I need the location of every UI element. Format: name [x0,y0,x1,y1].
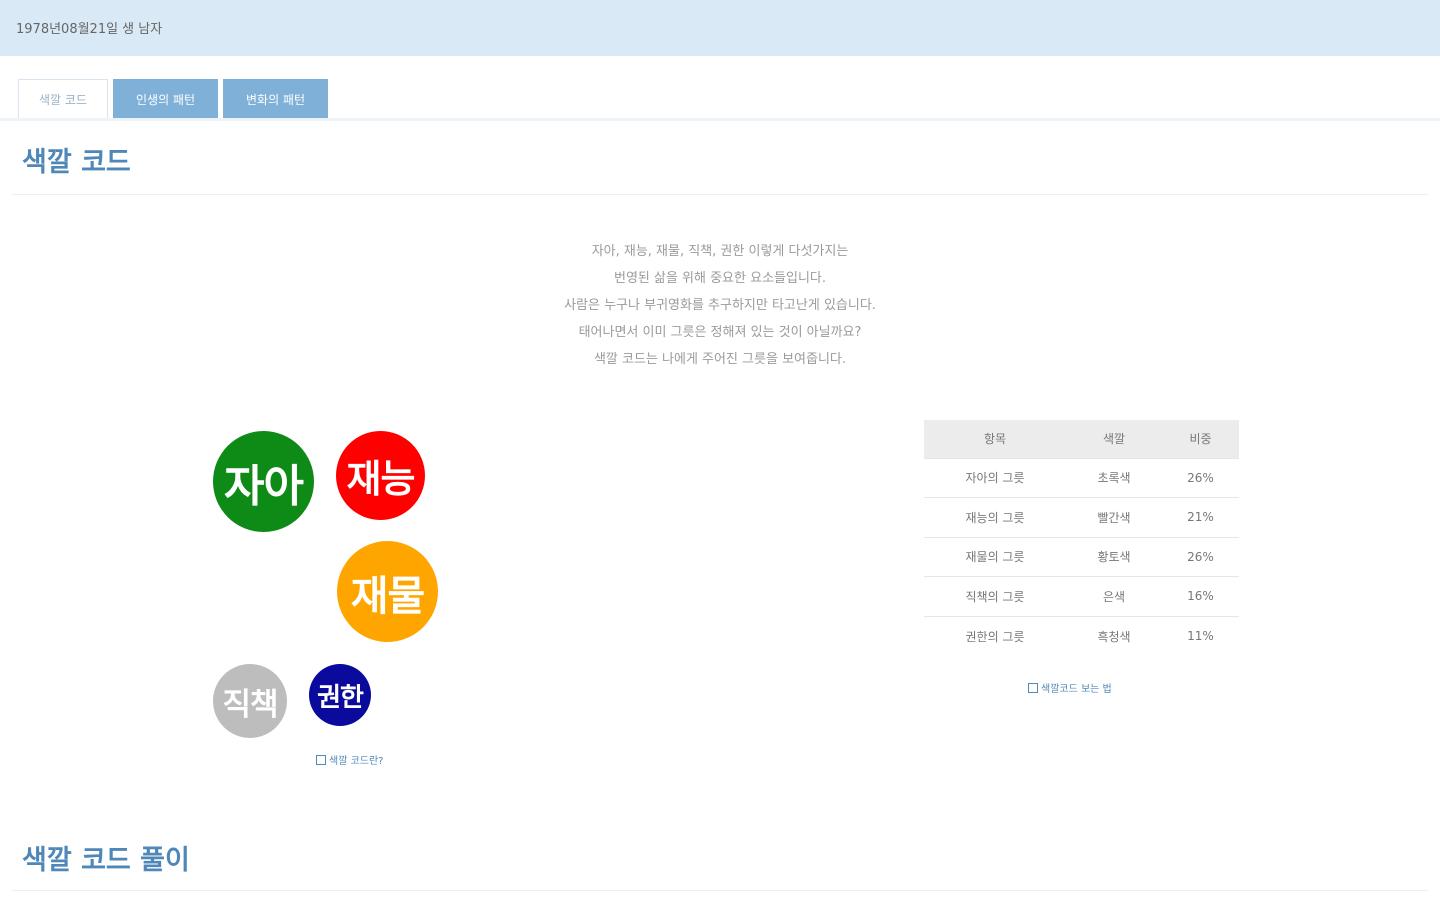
table-cell: 직책의 그릇 [924,576,1066,616]
table-header-ratio: 비중 [1162,420,1239,458]
section-title-color-code-interpretation: 색깔 코드 풀이 [22,845,190,876]
table-cell: 흑청색 [1066,615,1162,656]
table-cell: 권한의 그릇 [924,615,1066,656]
table-header-row: 항목 색깔 비중 [924,420,1239,458]
tab-divider [0,118,1440,121]
external-link-icon [1028,683,1038,693]
tab-bar: 색깔 코드 인생의 패턴 변화의 패턴 [18,79,328,119]
table-cell: 황토색 [1066,536,1162,577]
intro-text: 자아, 재능, 재물, 직책, 권한 이렇게 다섯가지는 번영된 삶을 위해 중… [470,238,970,373]
intro-line: 자아, 재능, 재물, 직책, 권한 이렇게 다섯가지는 [591,244,849,259]
color-code-view-link[interactable]: 색깔코드 보는 법 [1028,680,1112,695]
table-cell: 초록색 [1066,457,1162,498]
intro-line: 태어나면서 이미 그릇은 정해져 있는 것이 아닐까요? [578,325,862,340]
section-divider [12,194,1428,195]
table-cell: 은색 [1066,576,1162,616]
top-bar: 1978년08월21일 생 남자 [0,0,1440,56]
table-row: 자아의 그릇 초록색 26% [924,457,1239,498]
intro-line: 번영된 삶을 위해 중요한 요소들입니다. [613,271,827,286]
table-header-item: 항목 [924,420,1066,458]
circle-wealth: 재물 [337,541,438,642]
circle-power: 권한 [309,664,371,726]
birth-info: 1978년08월21일 생 남자 [16,22,163,37]
table-row: 권한의 그릇 흑청색 11% [924,615,1239,656]
color-code-table: 항목 색깔 비중 자아의 그릇 초록색 26% 재능의 그릇 빨간색 21% 재… [924,420,1239,656]
table-cell: 21% [1162,497,1239,537]
table-cell: 26% [1162,536,1239,577]
section-title-color-code: 색깔 코드 [22,147,131,178]
circle-duty: 직책 [213,664,287,738]
external-link-icon [316,755,326,765]
color-code-view-label: 색깔코드 보는 법 [1041,684,1112,695]
table-row: 재능의 그릇 빨간색 21% [924,497,1239,537]
table-header-color: 색깔 [1066,420,1162,458]
color-code-what-link[interactable]: 색깔 코드란? [316,752,384,767]
intro-line: 색깔 코드는 나에게 주어진 그릇을 보여줍니다. [593,352,847,367]
table-row: 직책의 그릇 은색 16% [924,576,1239,616]
tab-color-code[interactable]: 색깔 코드 [18,79,108,119]
table-cell: 빨간색 [1066,497,1162,537]
table-cell: 자아의 그릇 [924,457,1066,498]
table-row: 재물의 그릇 황토색 26% [924,536,1239,577]
table-cell: 11% [1162,615,1239,656]
circle-talent: 재능 [336,431,425,520]
tab-life-pattern[interactable]: 인생의 패턴 [113,79,218,119]
table-cell: 26% [1162,457,1239,498]
tab-change-pattern[interactable]: 변화의 패턴 [223,79,328,119]
table-cell: 재물의 그릇 [924,536,1066,577]
intro-line: 사람은 누구나 부귀영화를 추구하지만 타고난게 있습니다. [564,298,876,313]
table-cell: 재능의 그릇 [924,497,1066,537]
section-divider [12,890,1428,891]
table-cell: 16% [1162,576,1239,616]
color-code-what-label: 색깔 코드란? [329,756,384,767]
circle-ego: 자아 [213,431,314,532]
